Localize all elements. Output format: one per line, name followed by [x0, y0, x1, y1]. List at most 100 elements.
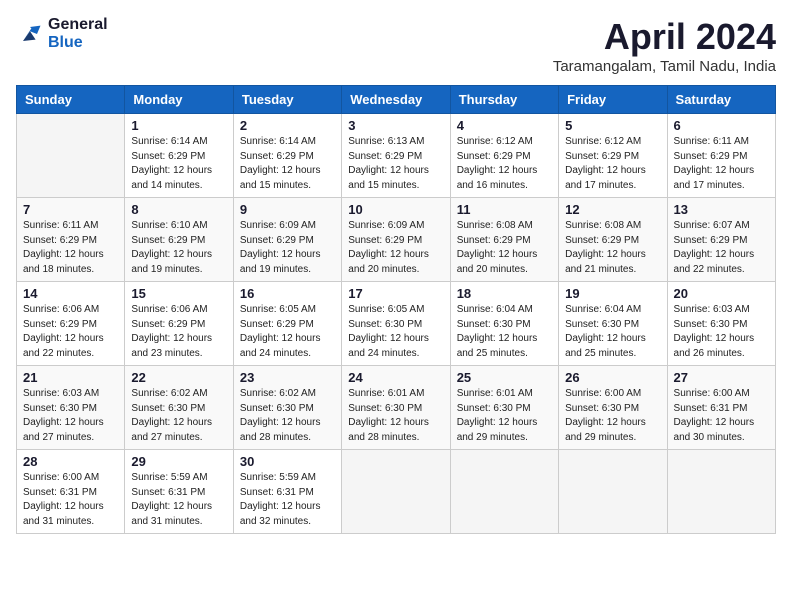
daylight-text-2: and 24 minutes. [240, 347, 335, 362]
day-info: Sunrise: 6:01 AMSunset: 6:30 PMDaylight:… [457, 387, 552, 445]
sunset-text: Sunset: 6:31 PM [240, 486, 335, 501]
calendar-cell [559, 450, 667, 534]
daylight-text-1: Daylight: 12 hours [131, 416, 226, 431]
daylight-text-1: Daylight: 12 hours [674, 248, 769, 263]
calendar-cell: 14Sunrise: 6:06 AMSunset: 6:29 PMDayligh… [17, 282, 125, 366]
header-wednesday: Wednesday [342, 86, 450, 114]
day-info: Sunrise: 6:00 AMSunset: 6:31 PMDaylight:… [23, 471, 118, 529]
sunset-text: Sunset: 6:30 PM [348, 318, 443, 333]
sunrise-text: Sunrise: 6:03 AM [23, 387, 118, 402]
calendar-cell: 18Sunrise: 6:04 AMSunset: 6:30 PMDayligh… [450, 282, 558, 366]
daylight-text-2: and 31 minutes. [23, 515, 118, 530]
logo-text: General Blue [48, 16, 108, 51]
header-thursday: Thursday [450, 86, 558, 114]
daylight-text-2: and 15 minutes. [240, 179, 335, 194]
daylight-text-2: and 22 minutes. [23, 347, 118, 362]
calendar-cell: 27Sunrise: 6:00 AMSunset: 6:31 PMDayligh… [667, 366, 775, 450]
sunrise-text: Sunrise: 6:03 AM [674, 303, 769, 318]
daylight-text-2: and 25 minutes. [457, 347, 552, 362]
sunrise-text: Sunrise: 6:04 AM [565, 303, 660, 318]
day-info: Sunrise: 6:04 AMSunset: 6:30 PMDaylight:… [565, 303, 660, 361]
daylight-text-2: and 30 minutes. [674, 431, 769, 446]
daylight-text-1: Daylight: 12 hours [240, 248, 335, 263]
day-number: 11 [457, 202, 552, 217]
day-info: Sunrise: 6:11 AMSunset: 6:29 PMDaylight:… [674, 135, 769, 193]
day-info: Sunrise: 6:12 AMSunset: 6:29 PMDaylight:… [457, 135, 552, 193]
daylight-text-2: and 20 minutes. [457, 263, 552, 278]
sunrise-text: Sunrise: 5:59 AM [240, 471, 335, 486]
daylight-text-1: Daylight: 12 hours [23, 416, 118, 431]
calendar-cell: 5Sunrise: 6:12 AMSunset: 6:29 PMDaylight… [559, 114, 667, 198]
day-info: Sunrise: 6:14 AMSunset: 6:29 PMDaylight:… [131, 135, 226, 193]
calendar-table: SundayMondayTuesdayWednesdayThursdayFrid… [16, 85, 776, 534]
day-info: Sunrise: 6:04 AMSunset: 6:30 PMDaylight:… [457, 303, 552, 361]
day-info: Sunrise: 6:00 AMSunset: 6:31 PMDaylight:… [674, 387, 769, 445]
day-number: 21 [23, 370, 118, 385]
calendar-cell: 15Sunrise: 6:06 AMSunset: 6:29 PMDayligh… [125, 282, 233, 366]
logo: General Blue [16, 16, 108, 51]
location-title: Taramangalam, Tamil Nadu, India [553, 58, 776, 75]
daylight-text-2: and 26 minutes. [674, 347, 769, 362]
daylight-text-2: and 18 minutes. [23, 263, 118, 278]
day-number: 10 [348, 202, 443, 217]
day-info: Sunrise: 6:11 AMSunset: 6:29 PMDaylight:… [23, 219, 118, 277]
sunset-text: Sunset: 6:31 PM [674, 402, 769, 417]
header-saturday: Saturday [667, 86, 775, 114]
day-info: Sunrise: 6:00 AMSunset: 6:30 PMDaylight:… [565, 387, 660, 445]
daylight-text-2: and 15 minutes. [348, 179, 443, 194]
sunrise-text: Sunrise: 6:00 AM [23, 471, 118, 486]
sunrise-text: Sunrise: 6:11 AM [23, 219, 118, 234]
calendar-cell: 17Sunrise: 6:05 AMSunset: 6:30 PMDayligh… [342, 282, 450, 366]
day-number: 13 [674, 202, 769, 217]
calendar-cell: 13Sunrise: 6:07 AMSunset: 6:29 PMDayligh… [667, 198, 775, 282]
daylight-text-1: Daylight: 12 hours [348, 416, 443, 431]
sunrise-text: Sunrise: 6:14 AM [240, 135, 335, 150]
day-number: 24 [348, 370, 443, 385]
calendar-cell: 6Sunrise: 6:11 AMSunset: 6:29 PMDaylight… [667, 114, 775, 198]
sunrise-text: Sunrise: 6:00 AM [674, 387, 769, 402]
calendar-cell: 11Sunrise: 6:08 AMSunset: 6:29 PMDayligh… [450, 198, 558, 282]
sunset-text: Sunset: 6:30 PM [674, 318, 769, 333]
daylight-text-1: Daylight: 12 hours [674, 164, 769, 179]
header-tuesday: Tuesday [233, 86, 341, 114]
day-number: 25 [457, 370, 552, 385]
day-number: 23 [240, 370, 335, 385]
month-title: April 2024 [553, 16, 776, 58]
sunrise-text: Sunrise: 6:10 AM [131, 219, 226, 234]
sunrise-text: Sunrise: 6:02 AM [131, 387, 226, 402]
sunset-text: Sunset: 6:29 PM [565, 234, 660, 249]
calendar-cell: 10Sunrise: 6:09 AMSunset: 6:29 PMDayligh… [342, 198, 450, 282]
daylight-text-2: and 20 minutes. [348, 263, 443, 278]
calendar-cell: 22Sunrise: 6:02 AMSunset: 6:30 PMDayligh… [125, 366, 233, 450]
day-info: Sunrise: 6:05 AMSunset: 6:30 PMDaylight:… [348, 303, 443, 361]
daylight-text-2: and 24 minutes. [348, 347, 443, 362]
calendar-cell: 25 Sunrise: 6:01 AMSunset: 6:30 PMDayligh… [450, 366, 558, 450]
daylight-text-2: and 28 minutes. [240, 431, 335, 446]
daylight-text-2: and 17 minutes. [674, 179, 769, 194]
sunrise-text: Sunrise: 5:59 AM [131, 471, 226, 486]
daylight-text-1: Daylight: 12 hours [348, 332, 443, 347]
sunset-text: Sunset: 6:30 PM [565, 318, 660, 333]
sunrise-text: Sunrise: 6:06 AM [23, 303, 118, 318]
sunset-text: Sunset: 6:30 PM [565, 402, 660, 417]
calendar-cell: 3Sunrise: 6:13 AMSunset: 6:29 PMDaylight… [342, 114, 450, 198]
day-number: 4 [457, 118, 552, 133]
sunset-text: Sunset: 6:29 PM [23, 234, 118, 249]
sunrise-text: Sunrise: 6:05 AM [240, 303, 335, 318]
sunset-text: Sunset: 6:29 PM [131, 234, 226, 249]
daylight-text-2: and 25 minutes. [565, 347, 660, 362]
day-info: Sunrise: 6:10 AMSunset: 6:29 PMDaylight:… [131, 219, 226, 277]
daylight-text-2: and 16 minutes. [457, 179, 552, 194]
day-info: Sunrise: 6:03 AMSunset: 6:30 PMDaylight:… [23, 387, 118, 445]
sunrise-text: Sunrise: 6:01 AM [457, 387, 552, 402]
sunrise-text: Sunrise: 6:07 AM [674, 219, 769, 234]
day-info: Sunrise: 5:59 AMSunset: 6:31 PMDaylight:… [240, 471, 335, 529]
calendar-cell: 21 Sunrise: 6:03 AMSunset: 6:30 PMDayligh… [17, 366, 125, 450]
daylight-text-1: Daylight: 12 hours [565, 164, 660, 179]
week-row-3: 14Sunrise: 6:06 AMSunset: 6:29 PMDayligh… [17, 282, 776, 366]
sunset-text: Sunset: 6:29 PM [240, 150, 335, 165]
title-block: April 2024 Taramangalam, Tamil Nadu, Ind… [553, 16, 776, 75]
sunset-text: Sunset: 6:29 PM [674, 150, 769, 165]
sunset-text: Sunset: 6:30 PM [23, 402, 118, 417]
sunset-text: Sunset: 6:29 PM [240, 234, 335, 249]
